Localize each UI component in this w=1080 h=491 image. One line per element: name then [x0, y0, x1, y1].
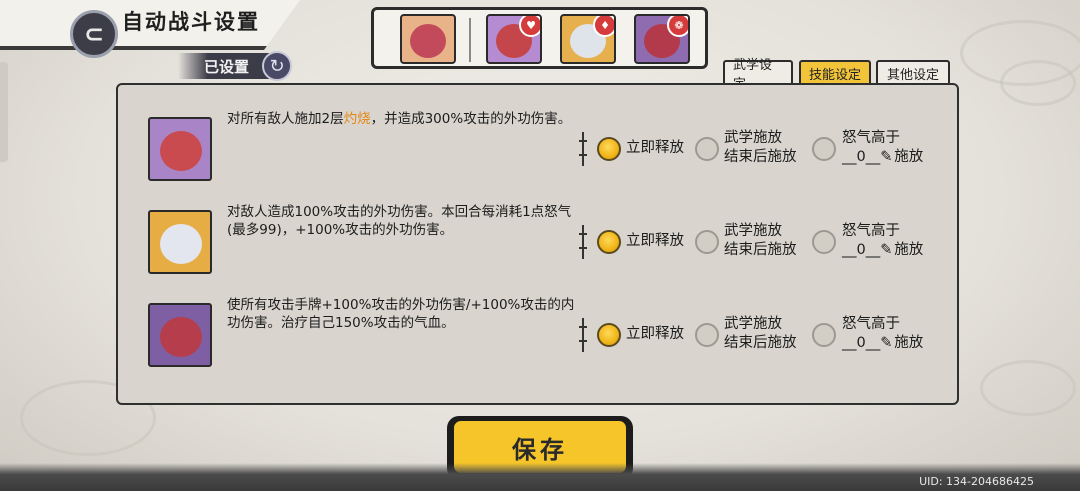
option-after-martial-label: 武学施放 结束后施放: [724, 222, 797, 260]
red-mask-icon: [160, 317, 202, 357]
option-line: 结束后施放: [724, 335, 797, 351]
desc-text: 对敌人造成100%攻击的外功伤害。本回合每消耗1点怒气(最多99)，+100%攻…: [227, 204, 572, 238]
rage-value-input[interactable]: __0__: [842, 149, 880, 165]
option-rage-label: 怒气高于 __0__✎ 施放: [842, 129, 923, 167]
desc-text: 使所有攻击手牌+100%攻击的外功伤害/+100%攻击的内功伤害。治疗自己150…: [227, 297, 575, 331]
side-pull-tab[interactable]: [0, 62, 8, 162]
lion-face-icon: [160, 131, 202, 171]
skill-description: 对敌人造成100%攻击的外功伤害。本回合每消耗1点怒气(最多99)，+100%攻…: [227, 203, 577, 239]
option-after-martial-label: 武学施放 结束后施放: [724, 129, 797, 167]
option-divider: [579, 318, 587, 352]
hero-portrait-3[interactable]: ❁: [634, 14, 690, 64]
skill-settings-panel: 对所有敌人施加2层灼烧，并造成300%攻击的外功伤害。 立即释放 武学施放 结束…: [116, 83, 959, 405]
skill-icon-lion-dance: [148, 117, 212, 181]
radio-immediate[interactable]: [597, 323, 621, 347]
radio-immediate[interactable]: [597, 230, 621, 254]
option-line: 怒气高于: [842, 223, 900, 239]
option-divider: [579, 132, 587, 166]
radio-after-martial[interactable]: [695, 323, 719, 347]
tab-skill-settings[interactable]: 技能设定: [799, 60, 871, 84]
skill-icon-fox-mask: [148, 210, 212, 274]
option-rage-label: 怒气高于 __0__✎ 施放: [842, 222, 923, 260]
cloud-decoration: [1000, 60, 1076, 106]
option-line: 武学施放: [724, 130, 782, 146]
option-divider: [579, 225, 587, 259]
option-immediate-label: 立即释放: [626, 140, 684, 156]
tab-other-settings[interactable]: 其他设定: [876, 60, 950, 84]
flower-badge-icon: ❁: [667, 16, 688, 37]
option-line: 结束后施放: [724, 149, 797, 165]
option-line: 施放: [894, 335, 924, 351]
option-immediate-label: 立即释放: [626, 233, 684, 249]
refresh-icon[interactable]: ↻: [262, 51, 292, 81]
radio-after-martial[interactable]: [695, 230, 719, 254]
hero-portrait-1[interactable]: ♥: [486, 14, 542, 64]
skill-description: 对所有敌人施加2层灼烧，并造成300%攻击的外功伤害。: [227, 110, 577, 128]
hero-face-icon: [410, 24, 446, 58]
option-immediate-label: 立即释放: [626, 326, 684, 342]
radio-rage-threshold[interactable]: [812, 323, 836, 347]
option-line: 施放: [894, 242, 924, 258]
desc-text: 对所有敌人施加2层: [227, 111, 344, 127]
status-label: 已设置: [204, 57, 250, 76]
rage-value-input[interactable]: __0__: [842, 335, 880, 351]
skill-row: 对敌人造成100%攻击的外功伤害。本回合每消耗1点怒气(最多99)，+100%攻…: [118, 196, 957, 286]
option-line: 武学施放: [724, 316, 782, 332]
option-line: 结束后施放: [724, 242, 797, 258]
radio-rage-threshold[interactable]: [812, 230, 836, 254]
skill-row: 对所有敌人施加2层灼烧，并造成300%攻击的外功伤害。 立即释放 武学施放 结束…: [118, 103, 957, 193]
page-title: 自动战斗设置: [122, 10, 260, 34]
edit-brush-icon[interactable]: ✎: [880, 334, 894, 353]
fox-mask-icon: [160, 224, 202, 264]
skill-icon-red-mask: [148, 303, 212, 367]
rage-value-input[interactable]: __0__: [842, 242, 880, 258]
option-line: 武学施放: [724, 223, 782, 239]
hero-portrait-leader[interactable]: [400, 14, 456, 64]
heart-badge-icon: ♥: [519, 16, 540, 37]
burn-keyword[interactable]: 灼烧: [344, 111, 371, 127]
radio-rage-threshold[interactable]: [812, 137, 836, 161]
auto-battle-settings-screen: ⊂ 自动战斗设置 已设置 ↻ ♥ ♦ ❁ 武学设定 技能设定 其他设定: [0, 0, 1080, 491]
hero-portrait-2[interactable]: ♦: [560, 14, 616, 64]
edit-brush-icon[interactable]: ✎: [880, 241, 894, 260]
skill-description: 使所有攻击手牌+100%攻击的外功伤害/+100%攻击的内功伤害。治疗自己150…: [227, 296, 577, 332]
cloud-decoration: [980, 360, 1076, 416]
skill-row: 使所有攻击手牌+100%攻击的外功伤害/+100%攻击的内功伤害。治疗自己150…: [118, 289, 957, 379]
edit-brush-icon[interactable]: ✎: [880, 148, 894, 167]
back-emblem-icon[interactable]: ⊂: [70, 10, 118, 58]
uid-label: UID: 134-204686425: [919, 475, 1034, 488]
bottom-bar: [0, 463, 1080, 491]
tab-martial-settings[interactable]: 武学设定: [723, 58, 793, 92]
diamond-badge-icon: ♦: [593, 16, 614, 37]
option-after-martial-label: 武学施放 结束后施放: [724, 315, 797, 353]
team-lineup: ♥ ♦ ❁: [371, 7, 708, 69]
option-line: 怒气高于: [842, 316, 900, 332]
radio-immediate[interactable]: [597, 137, 621, 161]
radio-after-martial[interactable]: [695, 137, 719, 161]
option-rage-label: 怒气高于 __0__✎ 施放: [842, 315, 923, 353]
team-divider: [469, 18, 471, 62]
option-line: 怒气高于: [842, 130, 900, 146]
option-line: 施放: [894, 149, 924, 165]
desc-text: ，并造成300%攻击的外功伤害。: [370, 111, 572, 127]
